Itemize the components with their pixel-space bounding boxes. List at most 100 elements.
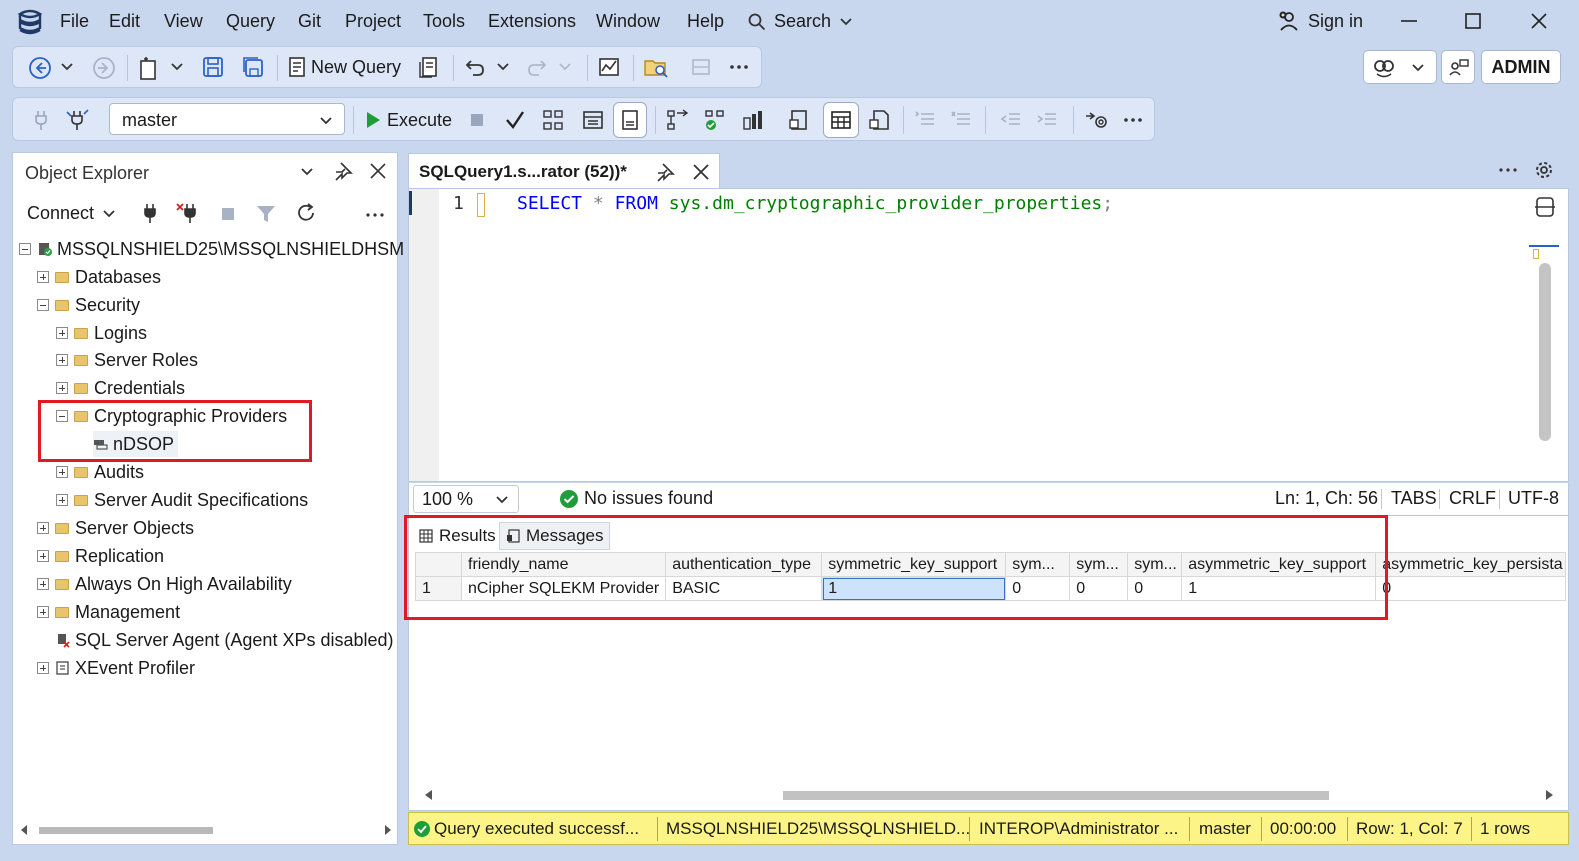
- back-dropdown-icon[interactable]: [59, 59, 83, 83]
- line-endings[interactable]: CRLF: [1449, 488, 1496, 509]
- menu-tools[interactable]: Tools: [423, 11, 465, 32]
- chevron-down-icon[interactable]: [101, 207, 117, 221]
- menu-window[interactable]: Window: [596, 11, 660, 32]
- tree-node-management[interactable]: Management: [37, 599, 180, 625]
- menu-edit[interactable]: Edit: [109, 11, 140, 32]
- split-editor-icon[interactable]: [1533, 195, 1557, 219]
- expand-icon[interactable]: [37, 662, 49, 674]
- tree-node-credentials[interactable]: Credentials: [56, 375, 185, 401]
- undo-dropdown-icon[interactable]: [495, 59, 519, 83]
- user-badge[interactable]: ADMIN: [1481, 50, 1561, 84]
- collapse-icon[interactable]: [37, 299, 49, 311]
- sign-in-button[interactable]: Sign in: [1278, 10, 1363, 32]
- back-icon[interactable]: [27, 55, 51, 79]
- tree-node-server-roles[interactable]: Server Roles: [56, 347, 198, 373]
- expand-icon[interactable]: [56, 327, 68, 339]
- query-options-icon[interactable]: [665, 108, 689, 132]
- increase-indent-icon[interactable]: [1035, 108, 1059, 132]
- toolbar-more-icon[interactable]: [1121, 108, 1145, 132]
- tab-overflow-icon[interactable]: [1496, 160, 1520, 180]
- specify-template-values-icon[interactable]: [1083, 108, 1107, 132]
- change-connection-icon[interactable]: [65, 108, 89, 132]
- new-query-button[interactable]: New Query: [311, 57, 401, 78]
- sql-code-line[interactable]: SELECT * FROM sys.dm_cryptographic_provi…: [517, 193, 1113, 214]
- connect-button[interactable]: Connect: [27, 203, 94, 224]
- query-editor[interactable]: 1 SELECT * FROM sys.dm_cryptographic_pro…: [408, 188, 1569, 482]
- close-panel-icon[interactable]: [368, 161, 388, 181]
- stop-icon[interactable]: [467, 110, 491, 134]
- search-box[interactable]: Search: [748, 11, 853, 32]
- refresh-icon[interactable]: [295, 202, 317, 224]
- live-statistics-icon[interactable]: [741, 108, 765, 132]
- menu-help[interactable]: Help: [687, 11, 724, 32]
- parse-checkmark-icon[interactable]: [503, 108, 527, 132]
- disconnect-icon[interactable]: [175, 201, 201, 225]
- undo-icon[interactable]: [463, 55, 487, 79]
- maximize-icon[interactable]: [1460, 8, 1486, 34]
- copilot-button[interactable]: [1363, 50, 1437, 84]
- menu-project[interactable]: Project: [345, 11, 401, 32]
- expand-icon[interactable]: [37, 271, 49, 283]
- editor-tab[interactable]: SQLQuery1.s...rator (52))*: [408, 153, 720, 189]
- new-project-dropdown-icon[interactable]: [169, 59, 193, 83]
- connect-plug-icon[interactable]: [29, 108, 53, 132]
- menu-git[interactable]: Git: [298, 11, 321, 32]
- indent-mode[interactable]: TABS: [1391, 488, 1437, 509]
- horizontal-scrollbar[interactable]: [423, 788, 1555, 802]
- forward-icon[interactable]: [91, 55, 115, 79]
- execute-button[interactable]: Execute: [387, 110, 452, 131]
- estimated-plan-icon[interactable]: [541, 108, 565, 132]
- tree-node-server-objects[interactable]: Server Objects: [37, 515, 194, 541]
- results-to-text-icon[interactable]: [581, 108, 605, 132]
- expand-icon[interactable]: [56, 354, 68, 366]
- encoding[interactable]: UTF-8: [1508, 488, 1559, 509]
- column-header[interactable]: asymmetric_key_persista: [1375, 552, 1567, 577]
- connect-plug-icon[interactable]: [139, 201, 161, 225]
- minimize-icon[interactable]: [1396, 8, 1422, 34]
- expand-icon[interactable]: [37, 578, 49, 590]
- menu-file[interactable]: File: [60, 11, 89, 32]
- close-tab-icon[interactable]: [691, 162, 711, 182]
- pin-tab-icon[interactable]: [655, 162, 675, 182]
- redo-dropdown-icon[interactable]: [557, 59, 581, 83]
- tree-node-server[interactable]: MSSQLNSHIELD25\MSSQLNSHIELDHSM (S: [19, 236, 427, 262]
- collapse-icon[interactable]: [19, 243, 31, 255]
- table-cell[interactable]: 0: [1375, 576, 1567, 601]
- tree-node-audit-specifications[interactable]: Server Audit Specifications: [56, 487, 308, 513]
- pin-icon[interactable]: [333, 161, 353, 181]
- new-project-icon[interactable]: [137, 55, 161, 80]
- issues-status[interactable]: No issues found: [584, 488, 713, 509]
- tree-node-xevent-profiler[interactable]: XEvent Profiler: [37, 655, 195, 681]
- expand-icon[interactable]: [37, 522, 49, 534]
- stop-icon[interactable]: [219, 205, 237, 223]
- cursor-position[interactable]: Ln: 1, Ch: 56: [1275, 488, 1378, 509]
- decrease-indent-icon[interactable]: [999, 108, 1023, 132]
- menu-extensions[interactable]: Extensions: [488, 11, 576, 32]
- tree-node-replication[interactable]: Replication: [37, 543, 164, 569]
- horizontal-scrollbar[interactable]: [21, 824, 391, 836]
- filter-icon[interactable]: [255, 203, 277, 225]
- tree-node-security[interactable]: Security: [37, 292, 140, 318]
- more-options-icon[interactable]: [363, 203, 387, 225]
- tree-node-always-on[interactable]: Always On High Availability: [37, 571, 292, 597]
- expand-icon[interactable]: [37, 550, 49, 562]
- expand-icon[interactable]: [56, 466, 68, 478]
- redo-icon[interactable]: [525, 55, 549, 79]
- tree-node-sql-agent[interactable]: SQL Server Agent (Agent XPs disabled): [55, 627, 394, 653]
- uncomment-lines-icon[interactable]: [949, 108, 973, 132]
- save-all-icon[interactable]: [241, 55, 265, 79]
- new-document-icon[interactable]: [417, 55, 441, 79]
- expand-icon[interactable]: [56, 494, 68, 506]
- client-statistics-icon[interactable]: [787, 108, 811, 132]
- expand-icon[interactable]: [56, 382, 68, 394]
- activity-monitor-icon[interactable]: [597, 55, 621, 79]
- live-share-button[interactable]: [1441, 50, 1475, 84]
- tree-node-logins[interactable]: Logins: [56, 320, 147, 346]
- settings-gear-icon[interactable]: [1533, 159, 1555, 181]
- chevron-down-icon[interactable]: [299, 165, 315, 179]
- window-layout-icon[interactable]: [689, 55, 713, 79]
- comment-lines-icon[interactable]: [913, 108, 937, 132]
- more-options-icon[interactable]: [727, 55, 751, 79]
- include-actual-plan-icon[interactable]: [703, 108, 727, 132]
- results-to-grid-toggle[interactable]: [823, 102, 859, 138]
